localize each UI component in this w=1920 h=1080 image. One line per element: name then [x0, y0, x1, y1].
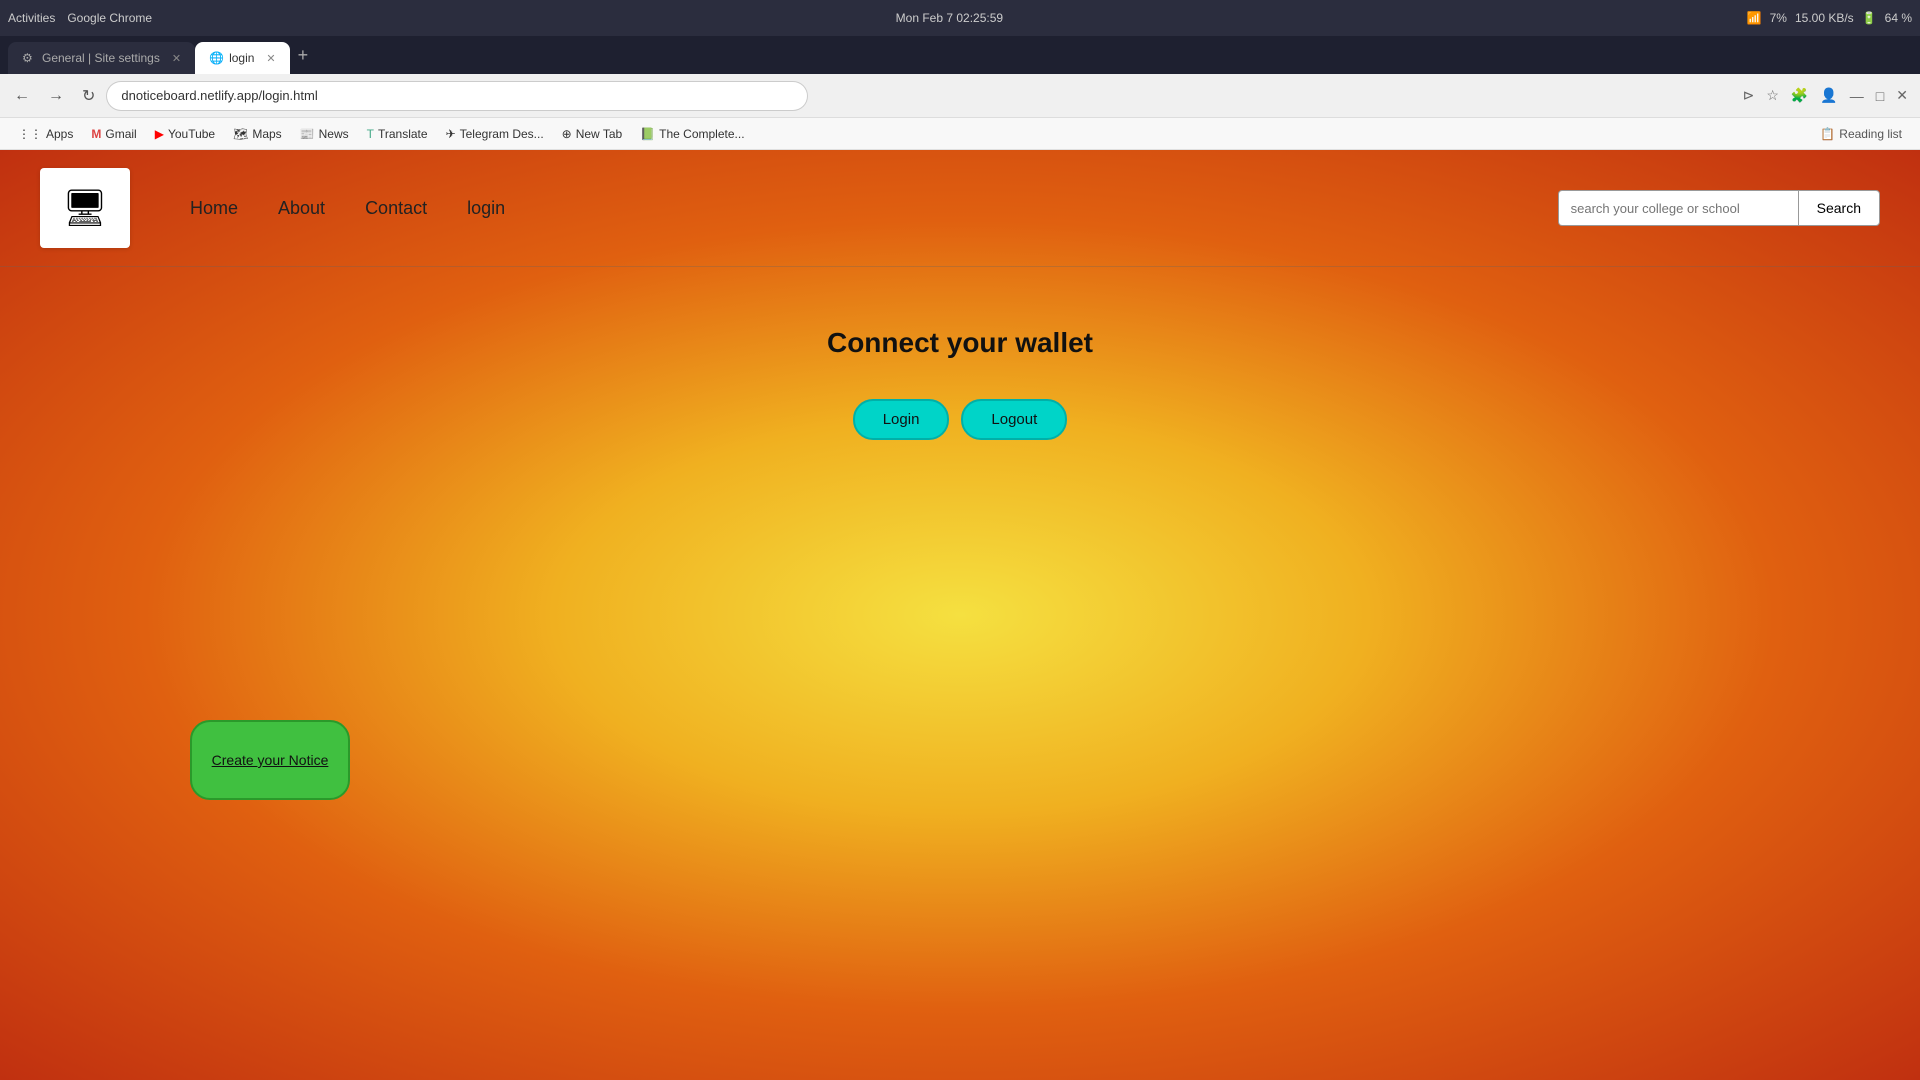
back-button[interactable]: ← [8, 83, 36, 109]
apps-icon: ⋮⋮ [18, 127, 42, 141]
bookmark-apps[interactable]: ⋮⋮ Apps [10, 124, 81, 144]
nav-home[interactable]: Home [190, 198, 238, 219]
new-tab-button[interactable]: + [290, 41, 317, 70]
forward-button[interactable]: → [42, 83, 70, 109]
datetime: Mon Feb 7 02:25:59 [896, 11, 1003, 25]
bookmark-gmail[interactable]: M Gmail [83, 124, 144, 144]
bookmark-news[interactable]: 📰 News [292, 124, 357, 144]
maximize-icon[interactable]: □ [1872, 84, 1888, 108]
wallet-buttons: Login Logout [853, 399, 1068, 440]
translate-icon: T [367, 127, 374, 141]
logo-icon: 🖥 [62, 187, 108, 229]
news-icon: 📰 [300, 127, 315, 141]
tab-label-settings: General | Site settings [42, 51, 160, 65]
reload-button[interactable]: ↻ [76, 82, 101, 110]
gmail-icon: M [91, 127, 101, 141]
tab-favicon-login: 🌐 [209, 51, 223, 65]
bookmark-thecomplete[interactable]: 📗 The Complete... [632, 124, 752, 144]
bookmark-star-icon[interactable]: ☆ [1762, 83, 1783, 108]
maps-icon: 🗺 [233, 127, 248, 141]
bookmark-youtube[interactable]: ▶ YouTube [147, 124, 223, 144]
nav-links: Home About Contact login [190, 198, 505, 219]
tab-bar: ⚙ General | Site settings ✕ 🌐 login ✕ + [0, 36, 1920, 74]
page-content: 🖥 Home About Contact login Search Connec… [0, 150, 1920, 1080]
activities-label[interactable]: Activities [8, 11, 55, 25]
nav-about[interactable]: About [278, 198, 325, 219]
connect-wallet-title: Connect your wallet [827, 327, 1093, 359]
bookmarks-bar: ⋮⋮ Apps M Gmail ▶ YouTube 🗺 Maps 📰 News … [0, 118, 1920, 150]
battery-level: 64 % [1885, 11, 1912, 25]
tab-favicon-settings: ⚙ [22, 51, 36, 65]
login-button[interactable]: Login [853, 399, 950, 440]
bookmark-telegram[interactable]: ✈ Telegram Des... [438, 124, 552, 144]
newtab-icon: ⊕ [562, 127, 572, 141]
browser-label[interactable]: Google Chrome [67, 11, 152, 25]
network-speed: 15.00 KB/s [1795, 11, 1854, 25]
tab-label-login: login [229, 51, 254, 65]
thecomplete-icon: 📗 [640, 127, 655, 141]
address-bar: ← → ↻ ⊳ ☆ 🧩 👤 — □ ✕ [0, 74, 1920, 118]
tab-close-login[interactable]: ✕ [266, 52, 275, 65]
wifi-icon: 📶 [1747, 11, 1762, 25]
wifi-strength: 7% [1770, 11, 1787, 25]
navbar: 🖥 Home About Contact login Search [0, 150, 1920, 267]
nav-contact[interactable]: Contact [365, 198, 427, 219]
tab-close-settings[interactable]: ✕ [172, 52, 181, 65]
bookmark-translate[interactable]: T Translate [359, 124, 436, 144]
nav-search: Search [1558, 190, 1880, 226]
search-button[interactable]: Search [1798, 190, 1880, 226]
reading-list-icon: 📋 [1820, 127, 1835, 141]
profile-icon[interactable]: 👤 [1816, 83, 1841, 108]
minimize-icon[interactable]: — [1846, 84, 1868, 108]
create-notice-button[interactable]: Create your Notice [190, 720, 350, 800]
bookmark-maps[interactable]: 🗺 Maps [225, 124, 290, 144]
tab-login[interactable]: 🌐 login ✕ [195, 42, 290, 74]
address-input[interactable] [107, 82, 807, 110]
telegram-icon: ✈ [446, 127, 456, 141]
close-window-icon[interactable]: ✕ [1892, 83, 1912, 108]
cast-icon: ⊳ [1739, 83, 1759, 108]
youtube-icon: ▶ [155, 127, 164, 141]
logo[interactable]: 🖥 [40, 168, 130, 248]
nav-login[interactable]: login [467, 198, 505, 219]
search-input[interactable] [1558, 190, 1798, 226]
battery-icon: 🔋 [1862, 11, 1877, 25]
main-content: Connect your wallet Login Logout [0, 267, 1920, 440]
system-topbar: Activities Google Chrome Mon Feb 7 02:25… [0, 0, 1920, 36]
extension-icon: 🧩 [1787, 83, 1812, 108]
logout-button[interactable]: Logout [961, 399, 1067, 440]
reading-list[interactable]: 📋 Reading list [1812, 124, 1910, 144]
bookmark-newtab[interactable]: ⊕ New Tab [554, 124, 631, 144]
tab-site-settings[interactable]: ⚙ General | Site settings ✕ [8, 42, 195, 74]
